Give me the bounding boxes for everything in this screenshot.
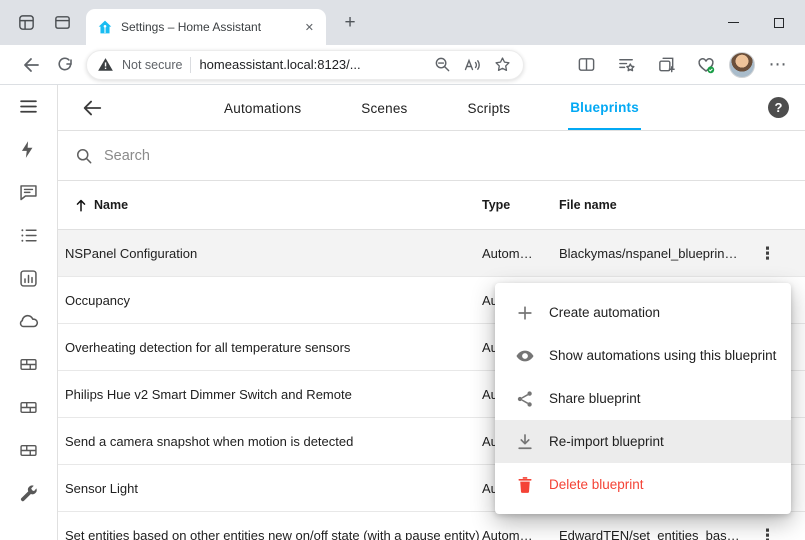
refresh-icon[interactable] bbox=[48, 48, 82, 82]
app-back-arrow-icon[interactable] bbox=[80, 96, 104, 120]
chat-bubble-icon[interactable] bbox=[17, 180, 41, 204]
wrench-icon[interactable] bbox=[17, 481, 41, 505]
browser-navbar: Not secure homeassistant.local:8123/... bbox=[0, 45, 805, 85]
help-icon[interactable]: ? bbox=[768, 97, 789, 118]
table-row[interactable]: Set entities based on other entities new… bbox=[58, 512, 805, 540]
tab-title: Settings – Home Assistant bbox=[121, 20, 293, 34]
server-brick-icon[interactable] bbox=[17, 352, 41, 376]
column-header-type[interactable]: Type bbox=[480, 198, 557, 212]
browser-window: Settings – Home Assistant ✕ + ✕ Not secu… bbox=[0, 0, 805, 540]
new-tab-button[interactable]: + bbox=[336, 9, 364, 37]
sidebar bbox=[0, 85, 58, 540]
sort-ascending-icon bbox=[73, 197, 89, 213]
menu-item-create-automation[interactable]: Create automation bbox=[495, 291, 791, 334]
url-text: homeassistant.local:8123/... bbox=[199, 57, 423, 72]
tab-automations[interactable]: Automations bbox=[222, 85, 303, 130]
back-icon[interactable] bbox=[14, 48, 48, 82]
favorites-hub-icon[interactable] bbox=[609, 48, 643, 82]
search-icon bbox=[74, 146, 94, 166]
eye-icon bbox=[515, 346, 535, 366]
home-assistant-favicon bbox=[97, 19, 113, 35]
browser-essentials-icon[interactable] bbox=[689, 48, 723, 82]
zoom-out-icon[interactable] bbox=[431, 54, 453, 76]
server-brick-icon[interactable] bbox=[17, 438, 41, 462]
server-brick-icon[interactable] bbox=[17, 395, 41, 419]
tab-blueprints[interactable]: Blueprints bbox=[568, 85, 641, 130]
browser-titlebar: Settings – Home Assistant ✕ + ✕ bbox=[0, 0, 805, 45]
tab-actions-icon[interactable] bbox=[52, 13, 72, 33]
table-header: Name Type File name bbox=[58, 181, 805, 230]
browser-menu-icon[interactable]: ⋯ bbox=[761, 48, 795, 82]
address-divider bbox=[190, 57, 191, 73]
column-header-name[interactable]: Name bbox=[58, 197, 480, 213]
browser-tab-settings[interactable]: Settings – Home Assistant ✕ bbox=[86, 9, 326, 45]
security-status-label: Not secure bbox=[122, 58, 182, 72]
navbar-right-icons: ⋯ bbox=[569, 48, 795, 82]
favorite-star-icon[interactable] bbox=[491, 54, 513, 76]
search-bar[interactable] bbox=[58, 131, 805, 181]
menu-item-reimport-blueprint[interactable]: Re-import blueprint bbox=[495, 420, 791, 463]
context-menu: Create automation Show automations using… bbox=[495, 283, 791, 514]
menu-item-delete-blueprint[interactable]: Delete blueprint bbox=[495, 463, 791, 506]
trash-icon bbox=[515, 475, 535, 495]
collections-icon[interactable] bbox=[649, 48, 683, 82]
tab-close-icon[interactable]: ✕ bbox=[301, 19, 318, 36]
minimize-button[interactable] bbox=[710, 0, 756, 45]
app-header: Automations Scenes Scripts Blueprints ? bbox=[58, 85, 805, 131]
table-row[interactable]: NSPanel Configuration Autom… Blackymas/n… bbox=[58, 230, 805, 277]
lightning-bolt-icon[interactable] bbox=[17, 137, 41, 161]
section-tabs: Automations Scenes Scripts Blueprints bbox=[222, 85, 641, 130]
profile-avatar[interactable] bbox=[729, 52, 755, 78]
tab-scripts[interactable]: Scripts bbox=[466, 85, 513, 130]
share-icon bbox=[515, 389, 535, 409]
row-overflow-menu-icon[interactable]: ⋮ bbox=[755, 527, 805, 540]
download-icon bbox=[515, 432, 535, 452]
hamburger-menu-icon[interactable] bbox=[17, 94, 41, 118]
plus-icon bbox=[515, 303, 535, 323]
bar-chart-icon[interactable] bbox=[17, 266, 41, 290]
address-bar[interactable]: Not secure homeassistant.local:8123/... bbox=[86, 50, 524, 80]
search-input[interactable] bbox=[104, 148, 789, 164]
tab-scenes[interactable]: Scenes bbox=[359, 85, 409, 130]
row-overflow-menu-icon[interactable]: ⋮ bbox=[755, 245, 805, 262]
home-assistant-app: Automations Scenes Scripts Blueprints ? bbox=[0, 85, 805, 540]
titlebar-left-icons bbox=[0, 13, 86, 33]
bulleted-list-icon[interactable] bbox=[17, 223, 41, 247]
cloud-icon[interactable] bbox=[17, 309, 41, 333]
split-screen-icon[interactable] bbox=[569, 48, 603, 82]
maximize-button[interactable] bbox=[756, 0, 802, 45]
column-header-file[interactable]: File name bbox=[557, 198, 755, 212]
menu-item-share-blueprint[interactable]: Share blueprint bbox=[495, 377, 791, 420]
read-aloud-icon[interactable] bbox=[461, 54, 483, 76]
workspaces-icon[interactable] bbox=[16, 13, 36, 33]
menu-item-show-automations[interactable]: Show automations using this blueprint bbox=[495, 334, 791, 377]
not-secure-warning-icon bbox=[97, 56, 114, 73]
